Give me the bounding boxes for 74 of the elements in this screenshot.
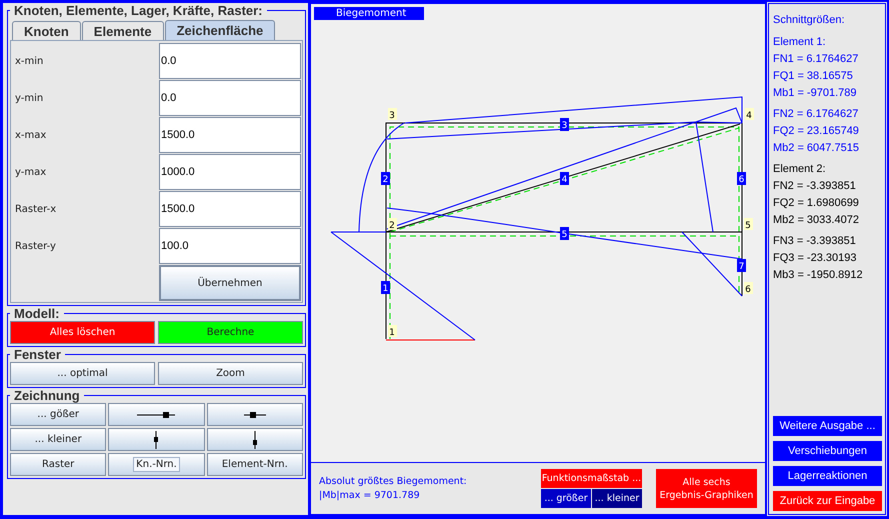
arrow-down-icon bbox=[252, 430, 257, 448]
clear-all-button[interactable]: Alles löschen bbox=[10, 321, 155, 344]
move-button[interactable] bbox=[206, 403, 303, 426]
drawing-button[interactable]: Element-Nrn. bbox=[206, 453, 303, 476]
input-field[interactable]: 1500.0 bbox=[159, 117, 301, 153]
group-title: Fenster bbox=[13, 347, 62, 362]
drawing-button[interactable]: Kn.-Nrn. bbox=[108, 453, 205, 476]
result-value: Mb3 = -1950.8912 bbox=[773, 268, 864, 283]
result-value: FQ1 = 38.16575 bbox=[773, 69, 854, 84]
node-label: 2 bbox=[388, 218, 397, 231]
field-label: x-min bbox=[15, 56, 44, 66]
calculate-button[interactable]: Berechne bbox=[158, 321, 303, 344]
element-label: 7 bbox=[737, 259, 746, 272]
result-value: FQ3 = -23.30193 bbox=[773, 251, 858, 266]
node-label: 6 bbox=[744, 282, 753, 295]
result-value: Mb2 = 6047.7515 bbox=[773, 141, 860, 156]
result-value: FN1 = 6.1764627 bbox=[773, 52, 860, 67]
element-label: 3 bbox=[560, 118, 569, 131]
tab[interactable]: Knoten bbox=[12, 21, 81, 40]
arrow-up-icon bbox=[154, 430, 158, 448]
arrow-right-icon bbox=[137, 412, 176, 418]
result-value: FN2 = -3.393851 bbox=[773, 179, 857, 194]
result-button[interactable]: Zurück zur Eingabe bbox=[773, 491, 882, 511]
summary-text: Absolut größtes Biegemoment: bbox=[319, 476, 468, 487]
scale-button[interactable]: ... größer bbox=[541, 489, 591, 508]
drawing-button[interactable]: Raster bbox=[10, 453, 106, 476]
element-label: 4 bbox=[560, 172, 569, 185]
all-graphs-button[interactable]: Alle sechs Ergebnis-Graphiken bbox=[656, 469, 757, 508]
input-field[interactable]: 0.0 bbox=[159, 43, 301, 79]
input-field[interactable]: 1500.0 bbox=[159, 191, 301, 227]
result-value: Mb2 = 3033.4072 bbox=[773, 213, 860, 228]
results-title: Schnittgrößen: bbox=[773, 14, 846, 26]
element-heading: Element 1: bbox=[773, 35, 827, 50]
input-field[interactable]: 1000.0 bbox=[159, 154, 301, 190]
result-value: FQ2 = 23.165749 bbox=[773, 124, 860, 139]
result-button[interactable]: Weitere Ausgabe ... bbox=[773, 416, 882, 436]
node-label: 4 bbox=[745, 108, 754, 121]
element-label: 2 bbox=[381, 172, 390, 185]
result-value: FQ2 = 1.6980699 bbox=[773, 196, 860, 211]
move-button[interactable] bbox=[108, 403, 205, 426]
result-value: Mb1 = -9701.789 bbox=[773, 86, 858, 101]
result-value: FN3 = -3.393851 bbox=[773, 234, 857, 249]
drawing-button[interactable]: ... kleiner bbox=[10, 428, 106, 451]
diagram-title: Biegemoment bbox=[314, 7, 424, 20]
group-title: Knoten, Elemente, Lager, Kräfte, Raster: bbox=[13, 3, 264, 18]
view-button[interactable]: Zoom bbox=[158, 362, 303, 385]
field-label: x-max bbox=[15, 130, 48, 140]
input-field[interactable]: 100.0 bbox=[159, 228, 301, 264]
element-label: 1 bbox=[381, 281, 390, 294]
element-label: 5 bbox=[560, 227, 569, 240]
group-title: Zeichnung bbox=[13, 388, 81, 403]
element-heading: Element 2: bbox=[773, 162, 827, 177]
summary-text: |Mb|max = 9701.789 bbox=[319, 490, 421, 501]
group-title: Modell: bbox=[13, 306, 60, 321]
view-button[interactable]: ... optimal bbox=[10, 362, 155, 385]
result-value: FN2 = 6.1764627 bbox=[773, 107, 860, 122]
scale-button[interactable]: ... kleiner bbox=[592, 489, 642, 508]
apply-button[interactable]: Übernehmen bbox=[159, 265, 301, 301]
node-label: 5 bbox=[744, 218, 753, 231]
result-button[interactable]: Verschiebungen bbox=[773, 441, 882, 461]
element-label: 6 bbox=[737, 172, 746, 185]
field-label: y-min bbox=[15, 92, 44, 104]
tab[interactable]: Zeichenfläche bbox=[164, 20, 276, 40]
input-field[interactable]: 0.0 bbox=[159, 80, 301, 116]
field-label: Raster-x bbox=[15, 204, 58, 214]
arrow-left-icon bbox=[244, 412, 266, 418]
field-label: Raster-y bbox=[15, 240, 57, 252]
tab[interactable]: Elemente bbox=[82, 21, 164, 40]
result-button[interactable]: Lagerreaktionen bbox=[773, 466, 882, 486]
scale-label: Funktionsmaßstab ... bbox=[541, 469, 642, 488]
node-label: 3 bbox=[388, 108, 397, 121]
drawing-button[interactable]: ... gößer bbox=[10, 403, 106, 426]
field-label: y-max bbox=[15, 166, 48, 178]
node-label: 1 bbox=[388, 325, 397, 338]
